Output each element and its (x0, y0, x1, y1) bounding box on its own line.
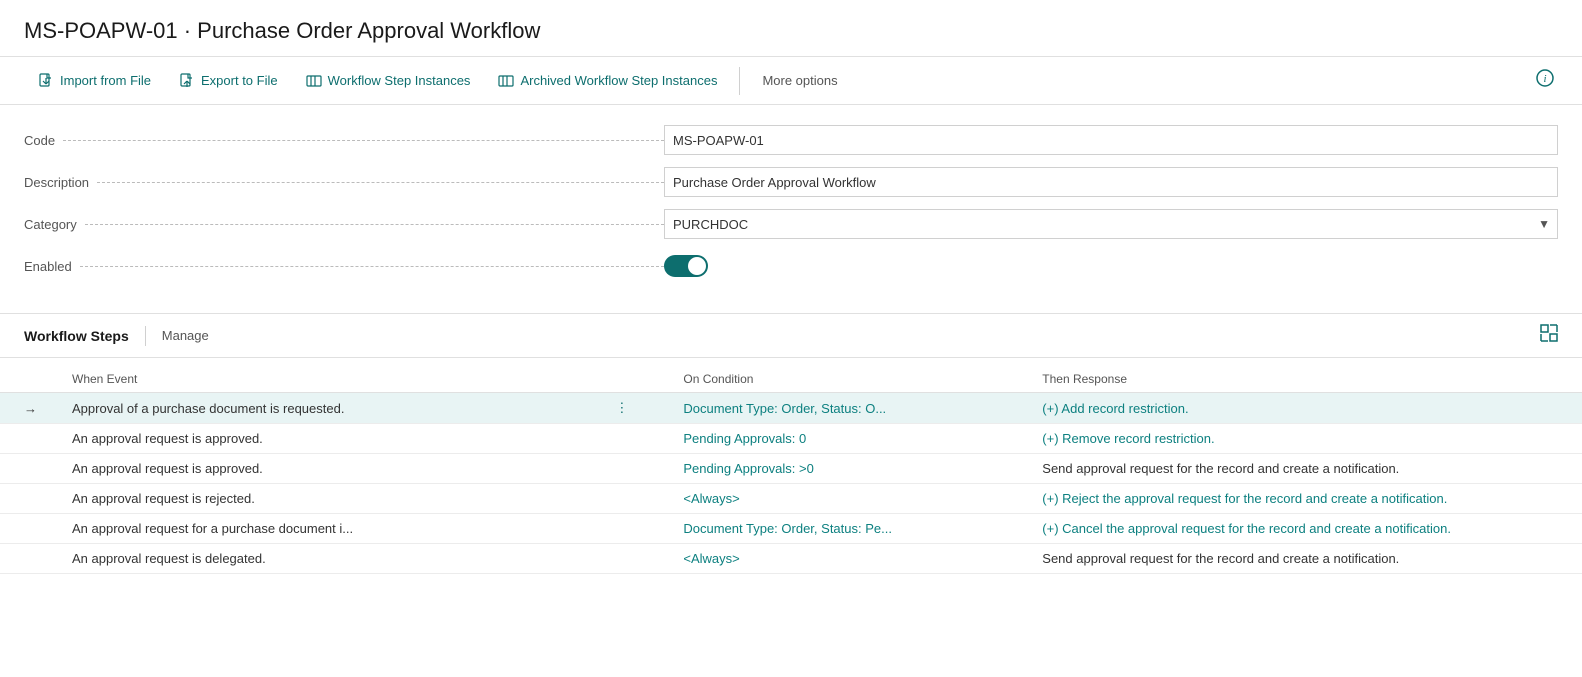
import-label: Import from File (60, 73, 151, 88)
workflow-table-container: When Event On Condition Then Response →A… (0, 366, 1582, 574)
when-cell: An approval request for a purchase docum… (48, 514, 611, 544)
then-response-cell[interactable]: (+) Remove record restriction. (1018, 424, 1582, 454)
category-select-wrapper: PURCHDOC ▼ (664, 209, 1558, 239)
arrow-cell (0, 484, 48, 514)
export-label: Export to File (201, 73, 278, 88)
then-response-cell[interactable]: (+) Add record restriction. (1018, 393, 1582, 424)
on-condition-cell[interactable]: Document Type: Order, Status: Pe... (659, 514, 1018, 544)
category-field: PURCHDOC ▼ (664, 209, 1558, 239)
col-then-header: Then Response (1018, 366, 1582, 393)
section-divider (145, 326, 146, 346)
drag-handle (611, 424, 659, 454)
code-label: Code (24, 133, 664, 148)
workflow-table: When Event On Condition Then Response →A… (0, 366, 1582, 574)
when-cell: Approval of a purchase document is reque… (48, 393, 611, 424)
drag-handle (611, 484, 659, 514)
page-title: MS-POAPW-01 · Purchase Order Approval Wo… (0, 0, 1582, 57)
arrow-cell (0, 454, 48, 484)
table-header-row: When Event On Condition Then Response (0, 366, 1582, 393)
expand-icon[interactable] (1540, 324, 1558, 347)
toolbar-separator (739, 67, 740, 95)
more-options-label: More options (762, 73, 837, 88)
enabled-toggle-wrapper (664, 255, 1558, 277)
when-cell: An approval request is approved. (48, 454, 611, 484)
when-cell: An approval request is rejected. (48, 484, 611, 514)
form-section: Code Description Category PURCHDOC ▼ (0, 105, 1582, 314)
archived-workflow-button[interactable]: Archived Workflow Step Instances (484, 57, 731, 105)
toolbar: Import from File Export to File Workflow… (0, 57, 1582, 105)
table-row: An approval request for a purchase docum… (0, 514, 1582, 544)
on-condition-cell[interactable]: <Always> (659, 544, 1018, 574)
arrow-cell: → (0, 393, 48, 424)
more-options-button[interactable]: More options (748, 57, 851, 105)
then-response-cell: Send approval request for the record and… (1018, 454, 1582, 484)
enabled-label: Enabled (24, 259, 664, 274)
table-row: →Approval of a purchase document is requ… (0, 393, 1582, 424)
workflow-steps-title: Workflow Steps (24, 328, 129, 344)
import-icon (38, 72, 54, 89)
info-button[interactable]: i (1532, 69, 1558, 92)
category-row: Category PURCHDOC ▼ (24, 209, 1558, 239)
workflow-steps-header: Workflow Steps Manage (0, 314, 1582, 358)
on-condition-cell[interactable]: Document Type: Order, Status: O... (659, 393, 1018, 424)
when-cell: An approval request is delegated. (48, 544, 611, 574)
then-response-cell: Send approval request for the record and… (1018, 544, 1582, 574)
description-label: Description (24, 175, 664, 190)
archived-label: Archived Workflow Step Instances (520, 73, 717, 88)
svg-text:i: i (1543, 73, 1546, 85)
on-condition-cell[interactable]: <Always> (659, 484, 1018, 514)
arrow-cell (0, 424, 48, 454)
when-cell: An approval request is approved. (48, 424, 611, 454)
then-response-cell[interactable]: (+) Cancel the approval request for the … (1018, 514, 1582, 544)
drag-handle (611, 544, 659, 574)
workflow-instances-icon (306, 72, 322, 89)
description-input[interactable] (664, 167, 1558, 197)
arrow-cell (0, 544, 48, 574)
table-row: An approval request is rejected. <Always>… (0, 484, 1582, 514)
col-arrow-header (0, 366, 48, 393)
arrow-cell (0, 514, 48, 544)
table-row: An approval request is approved. Pending … (0, 424, 1582, 454)
code-row: Code (24, 125, 1558, 155)
drag-handle (611, 514, 659, 544)
col-when-header: When Event (48, 366, 611, 393)
table-row: An approval request is delegated. <Always… (0, 544, 1582, 574)
description-row: Description (24, 167, 1558, 197)
col-drag-header (611, 366, 659, 393)
code-field (664, 125, 1558, 155)
manage-button[interactable]: Manage (162, 328, 209, 343)
workflow-instances-label: Workflow Step Instances (328, 73, 471, 88)
enabled-field (664, 255, 1558, 277)
export-icon (179, 72, 195, 89)
on-condition-cell[interactable]: Pending Approvals: 0 (659, 424, 1018, 454)
category-select[interactable]: PURCHDOC (664, 209, 1558, 239)
archived-icon (498, 72, 514, 89)
drag-handle (611, 454, 659, 484)
category-label: Category (24, 217, 664, 232)
enabled-toggle[interactable] (664, 255, 708, 277)
drag-handle[interactable]: ⋮ (611, 393, 659, 424)
enabled-row: Enabled (24, 251, 1558, 281)
import-from-file-button[interactable]: Import from File (24, 57, 165, 105)
then-response-cell[interactable]: (+) Reject the approval request for the … (1018, 484, 1582, 514)
toggle-thumb (688, 257, 706, 275)
export-to-file-button[interactable]: Export to File (165, 57, 292, 105)
table-row: An approval request is approved. Pending … (0, 454, 1582, 484)
on-condition-cell[interactable]: Pending Approvals: >0 (659, 454, 1018, 484)
workflow-step-instances-button[interactable]: Workflow Step Instances (292, 57, 485, 105)
col-on-header: On Condition (659, 366, 1018, 393)
description-field (664, 167, 1558, 197)
code-input[interactable] (664, 125, 1558, 155)
